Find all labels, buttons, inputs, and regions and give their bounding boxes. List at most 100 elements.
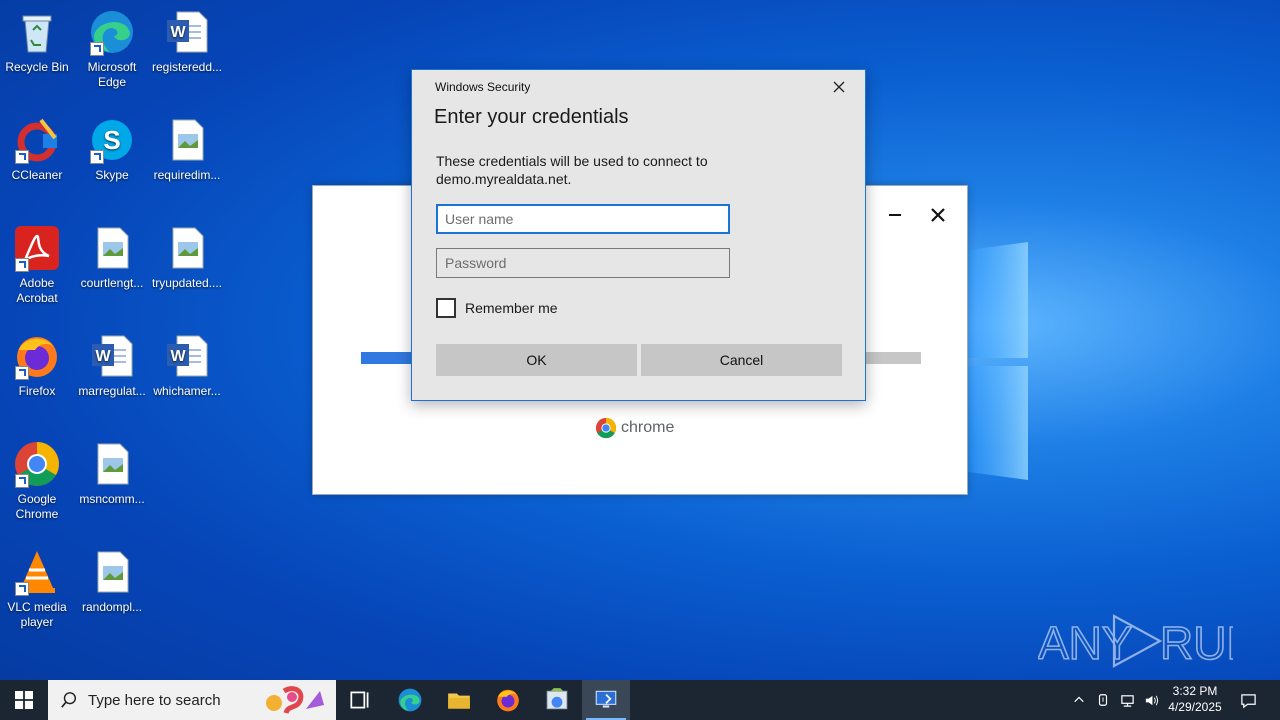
clock-time: 3:32 PM xyxy=(1172,684,1218,698)
desktop-icon-label: Adobe Acrobat xyxy=(16,276,58,305)
image-file-icon xyxy=(88,224,136,272)
desktop-icon-file[interactable]: courtlengt... xyxy=(75,224,149,291)
speaker-icon xyxy=(1145,695,1158,705)
watermark-text-left: ANY xyxy=(1038,617,1133,669)
desktop-icon-firefox[interactable]: Firefox xyxy=(0,332,74,399)
taskbar-edge[interactable] xyxy=(386,680,434,720)
shortcut-arrow-icon xyxy=(15,474,29,488)
show-hidden-icons-button[interactable] xyxy=(1068,680,1090,720)
desktop-icon-label: requiredim... xyxy=(153,168,221,182)
taskbar-search-box[interactable]: Type here to search xyxy=(48,680,336,720)
image-file-icon xyxy=(163,116,211,164)
search-highlight-icon xyxy=(266,686,324,714)
clock-date: 4/29/2025 xyxy=(1168,700,1222,714)
taskbar-clock[interactable]: 3:32 PM 4/29/2025 xyxy=(1162,683,1228,715)
minimize-button[interactable] xyxy=(889,214,901,216)
close-button[interactable] xyxy=(929,206,947,224)
desktop-icon-acrobat[interactable]: Adobe Acrobat xyxy=(0,224,74,306)
dialog-close-button[interactable] xyxy=(832,80,846,94)
desktop-icon-label: Microsoft Edge xyxy=(87,60,137,89)
taskbar-firefox[interactable] xyxy=(484,680,532,720)
skype-icon: S xyxy=(88,116,136,164)
desktop-icon-ccleaner[interactable]: CCleaner xyxy=(0,116,74,183)
image-file-icon xyxy=(88,440,136,488)
taskbar-credentials[interactable] xyxy=(582,680,630,720)
notification-icon xyxy=(1240,693,1256,708)
tray-volume-icon[interactable] xyxy=(1140,680,1162,720)
dialog-heading: Enter your credentials xyxy=(434,106,629,128)
desktop-icon-label: marregulat... xyxy=(78,384,146,398)
chevron-up-icon xyxy=(1074,696,1084,703)
remember-me-checkbox[interactable] xyxy=(436,298,456,318)
desktop-icon-label: whichamer... xyxy=(153,384,221,398)
windows-start-icon xyxy=(15,691,33,709)
edge-icon xyxy=(398,688,422,712)
chrome-icon xyxy=(13,440,61,488)
desktop-icon-file[interactable]: msncomm... xyxy=(75,440,149,507)
desktop-icon-label: randompl... xyxy=(81,600,143,614)
vlc-icon xyxy=(13,548,61,596)
tray-network-icon[interactable] xyxy=(1116,680,1138,720)
desktop-icon-file[interactable]: W marregulat... xyxy=(75,332,149,399)
desktop-icon-label: CCleaner xyxy=(11,168,63,182)
windows-logo-wallpaper xyxy=(958,240,1038,490)
taskbar-installer[interactable] xyxy=(533,680,581,720)
ccleaner-icon xyxy=(13,116,61,164)
shortcut-arrow-icon xyxy=(15,150,29,164)
remember-me-option[interactable]: Remember me xyxy=(436,298,558,318)
word-doc-icon: W xyxy=(163,332,211,380)
anyrun-watermark: ANY RUN xyxy=(1037,610,1260,672)
edge-icon xyxy=(88,8,136,56)
search-placeholder: Type here to search xyxy=(88,691,221,709)
shortcut-arrow-icon xyxy=(15,258,29,272)
shortcut-arrow-icon xyxy=(15,582,29,596)
desktop-icon-vlc[interactable]: VLC media player xyxy=(0,548,74,630)
chrome-brand-text: chrome xyxy=(621,419,675,436)
desktop-icon-label: registeredd... xyxy=(151,60,223,74)
password-field[interactable] xyxy=(436,248,730,278)
watermark-text-right: RUN xyxy=(1160,617,1233,669)
shortcut-arrow-icon xyxy=(15,366,29,380)
desktop-icon-label: Firefox xyxy=(18,384,56,398)
tray-device-icon[interactable] xyxy=(1092,680,1114,720)
usb-device-icon xyxy=(1098,694,1108,706)
desktop-icon-skype[interactable]: S Skype xyxy=(75,116,149,183)
task-view-button[interactable] xyxy=(336,680,384,720)
desktop-icon-label: msncomm... xyxy=(79,492,145,506)
desktop-icon-label: courtlengt... xyxy=(80,276,144,290)
install-progress-fill xyxy=(361,352,412,364)
network-icon xyxy=(1120,694,1134,707)
word-doc-icon: W xyxy=(88,332,136,380)
username-field[interactable] xyxy=(436,204,730,234)
ok-button[interactable]: OK xyxy=(436,344,637,376)
image-file-icon xyxy=(163,224,211,272)
desktop-icon-edge[interactable]: Microsoft Edge xyxy=(75,8,149,90)
desktop-icon-label: VLC media player xyxy=(7,600,67,629)
desktop-icon-file[interactable]: W registeredd... xyxy=(150,8,224,75)
svg-text:S: S xyxy=(103,125,120,155)
dialog-caption: Windows Security xyxy=(435,80,531,94)
remote-desktop-icon xyxy=(595,690,617,708)
start-button[interactable] xyxy=(0,680,48,720)
svg-text:W: W xyxy=(170,24,186,41)
desktop-icon-file[interactable]: randompl... xyxy=(75,548,149,615)
desktop-icon-recycle-bin[interactable]: Recycle Bin xyxy=(0,8,74,75)
task-view-icon xyxy=(350,691,369,709)
remember-me-label: Remember me xyxy=(465,300,558,316)
action-center-button[interactable] xyxy=(1234,680,1262,720)
taskbar: Type here to search 3:32 PM 4/29/2025 xyxy=(0,680,1280,720)
shortcut-arrow-icon xyxy=(90,42,104,56)
desktop-icon-file[interactable]: W whichamer... xyxy=(150,332,224,399)
close-icon xyxy=(931,208,945,222)
desktop-icon-chrome[interactable]: Google Chrome xyxy=(0,440,74,522)
desktop-icon-file[interactable]: requiredim... xyxy=(150,116,224,183)
taskbar-file-explorer[interactable] xyxy=(435,680,483,720)
desktop-icon-label: Recycle Bin xyxy=(5,60,69,74)
cancel-button[interactable]: Cancel xyxy=(641,344,842,376)
desktop-icon-label: Skype xyxy=(95,168,129,182)
firefox-icon xyxy=(13,332,61,380)
desktop-icon-file[interactable]: tryupdated.... xyxy=(150,224,224,291)
folder-icon xyxy=(448,693,470,709)
chrome-logo-icon xyxy=(595,417,617,439)
search-icon xyxy=(61,692,77,708)
